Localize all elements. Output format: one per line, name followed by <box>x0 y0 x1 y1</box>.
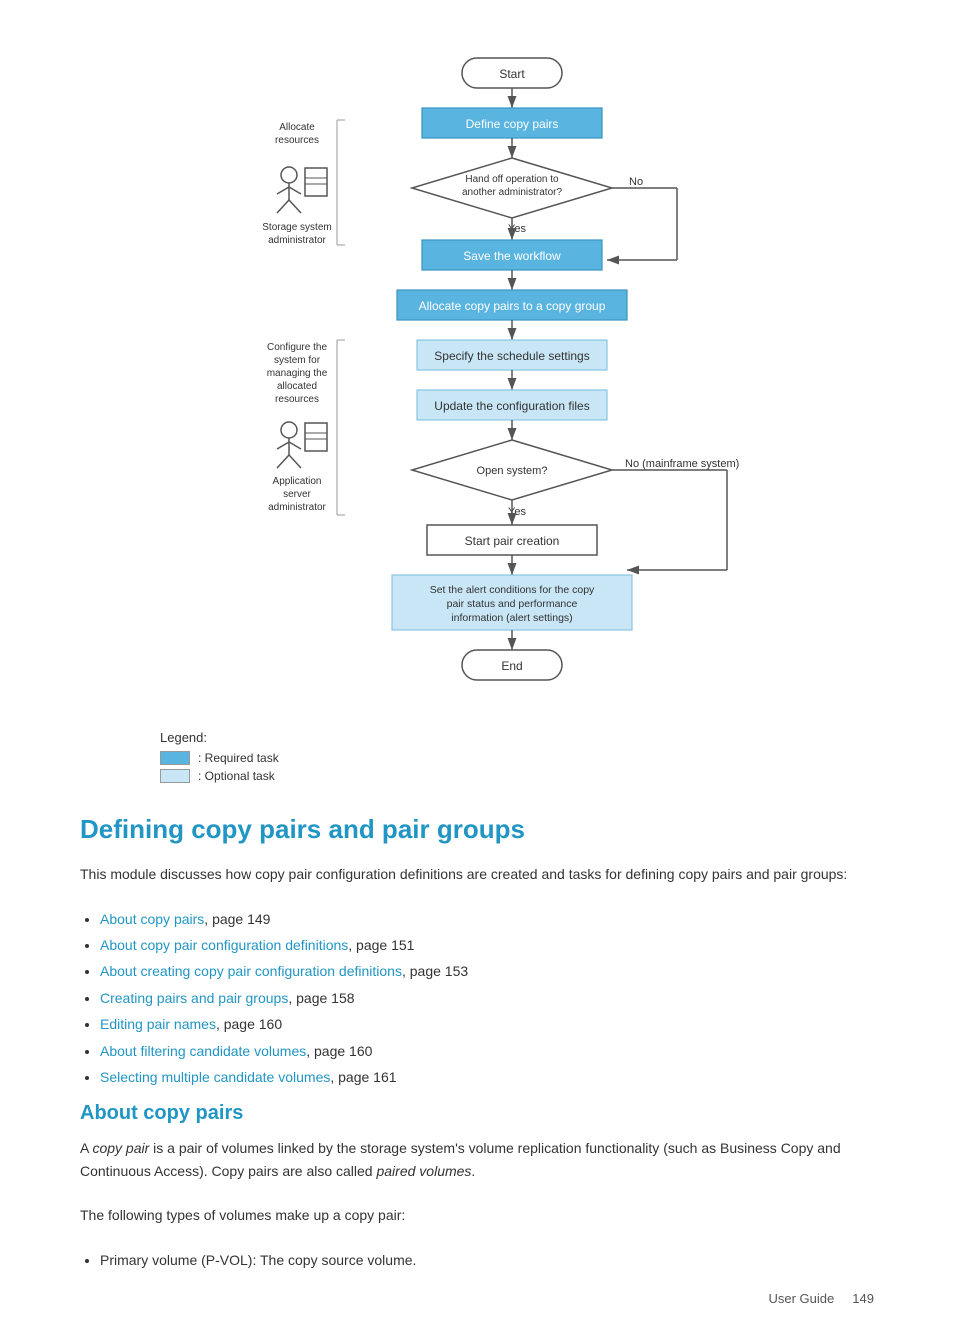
svg-text:information (alert settings): information (alert settings) <box>451 612 572 624</box>
about-section-body: A copy pair is a pair of volumes linked … <box>80 1137 874 1271</box>
page-container: Allocate resources Storage system admini… <box>0 0 954 1326</box>
flowchart-area: Allocate resources Storage system admini… <box>80 20 874 710</box>
legend-optional-label: : Optional task <box>198 769 275 783</box>
link-suffix-1: , page 151 <box>348 937 414 953</box>
link-multiple-volumes[interactable]: Selecting multiple candidate volumes <box>100 1069 330 1085</box>
svg-text:End: End <box>501 659 522 673</box>
main-links-list: About copy pairs, page 149 About copy pa… <box>100 908 874 1089</box>
svg-text:Update the configuration files: Update the configuration files <box>434 399 589 413</box>
svg-text:administrator: administrator <box>268 235 326 246</box>
flowchart-svg: Allocate resources Storage system admini… <box>197 30 757 710</box>
link-filtering[interactable]: About filtering candidate volumes <box>100 1043 306 1059</box>
about-para1: A copy pair is a pair of volumes linked … <box>80 1137 874 1182</box>
legend-optional-box <box>160 769 190 783</box>
main-intro: This module discusses how copy pair conf… <box>80 863 874 885</box>
svg-text:Allocate: Allocate <box>279 122 315 133</box>
list-item: About copy pair configuration definition… <box>100 934 874 956</box>
list-item: About copy pairs, page 149 <box>100 908 874 930</box>
svg-text:No (mainframe system): No (mainframe system) <box>625 458 739 470</box>
svg-text:Allocate copy pairs to a copy: Allocate copy pairs to a copy group <box>419 299 606 313</box>
link-suffix-4: , page 160 <box>216 1016 282 1032</box>
flowchart-wrapper: Allocate resources Storage system admini… <box>197 30 757 710</box>
legend: Legend: : Required task : Optional task <box>160 730 874 783</box>
about-para2: The following types of volumes make up a… <box>80 1204 874 1226</box>
svg-text:Start: Start <box>499 67 525 81</box>
about-section-heading: About copy pairs <box>80 1102 874 1125</box>
svg-text:pair status and performance: pair status and performance <box>447 598 578 610</box>
main-section-heading: Defining copy pairs and pair groups <box>80 813 874 847</box>
link-suffix-3: , page 158 <box>288 990 354 1006</box>
link-editing-names[interactable]: Editing pair names <box>100 1016 216 1032</box>
list-item: About creating copy pair configuration d… <box>100 960 874 982</box>
link-about-copy-pairs[interactable]: About copy pairs <box>100 911 204 927</box>
svg-text:No: No <box>629 176 643 188</box>
svg-text:resources: resources <box>275 135 319 146</box>
svg-text:another administrator?: another administrator? <box>462 187 562 198</box>
about-bullets-list: Primary volume (P-VOL): The copy source … <box>100 1249 874 1271</box>
legend-required-label: : Required task <box>198 751 279 765</box>
legend-required-box <box>160 751 190 765</box>
link-suffix-0: , page 149 <box>204 911 270 927</box>
link-config-defs[interactable]: About copy pair configuration definition… <box>100 937 348 953</box>
svg-text:Set the alert conditions for t: Set the alert conditions for the copy <box>430 584 595 596</box>
legend-required: : Required task <box>160 751 874 765</box>
link-suffix-6: , page 161 <box>330 1069 396 1085</box>
svg-text:Open system?: Open system? <box>477 465 548 477</box>
svg-text:Hand off operation to: Hand off operation to <box>465 174 559 185</box>
svg-text:server: server <box>283 489 311 500</box>
link-creating-pairs[interactable]: Creating pairs and pair groups <box>100 990 288 1006</box>
legend-optional: : Optional task <box>160 769 874 783</box>
svg-text:resources: resources <box>275 394 319 405</box>
svg-text:Specify the schedule settings: Specify the schedule settings <box>434 349 589 363</box>
list-item: Selecting multiple candidate volumes, pa… <box>100 1066 874 1088</box>
svg-text:managing the: managing the <box>267 368 328 379</box>
svg-text:Configure the: Configure the <box>267 342 327 353</box>
svg-text:allocated: allocated <box>277 381 317 392</box>
svg-text:Yes: Yes <box>508 506 526 518</box>
svg-text:Save the workflow: Save the workflow <box>463 249 561 263</box>
svg-text:Application: Application <box>273 476 322 487</box>
main-section-body: This module discusses how copy pair conf… <box>80 863 874 1089</box>
link-suffix-2: , page 153 <box>402 963 468 979</box>
list-item: Creating pairs and pair groups, page 158 <box>100 987 874 1009</box>
about-para1-italic2: paired volumes <box>376 1163 471 1179</box>
svg-text:administrator: administrator <box>268 502 326 513</box>
svg-text:system for: system for <box>274 355 321 366</box>
about-bullet-0: Primary volume (P-VOL): The copy source … <box>100 1249 874 1271</box>
svg-text:Start pair creation: Start pair creation <box>465 534 560 548</box>
legend-title: Legend: <box>160 730 874 745</box>
footer-label: User Guide <box>768 1291 834 1306</box>
list-item: About filtering candidate volumes, page … <box>100 1040 874 1062</box>
svg-text:Yes: Yes <box>508 223 526 235</box>
svg-text:Define copy pairs: Define copy pairs <box>466 117 559 131</box>
list-item: Editing pair names, page 160 <box>100 1013 874 1035</box>
link-suffix-5: , page 160 <box>306 1043 372 1059</box>
about-para1-italic: copy pair <box>92 1140 149 1156</box>
svg-text:Storage system: Storage system <box>262 222 331 233</box>
footer-page: 149 <box>852 1291 874 1306</box>
about-para1-pre: A <box>80 1140 92 1156</box>
page-footer: User Guide 149 <box>768 1291 874 1306</box>
link-creating-config[interactable]: About creating copy pair configuration d… <box>100 963 402 979</box>
about-para1-end: . <box>471 1163 475 1179</box>
